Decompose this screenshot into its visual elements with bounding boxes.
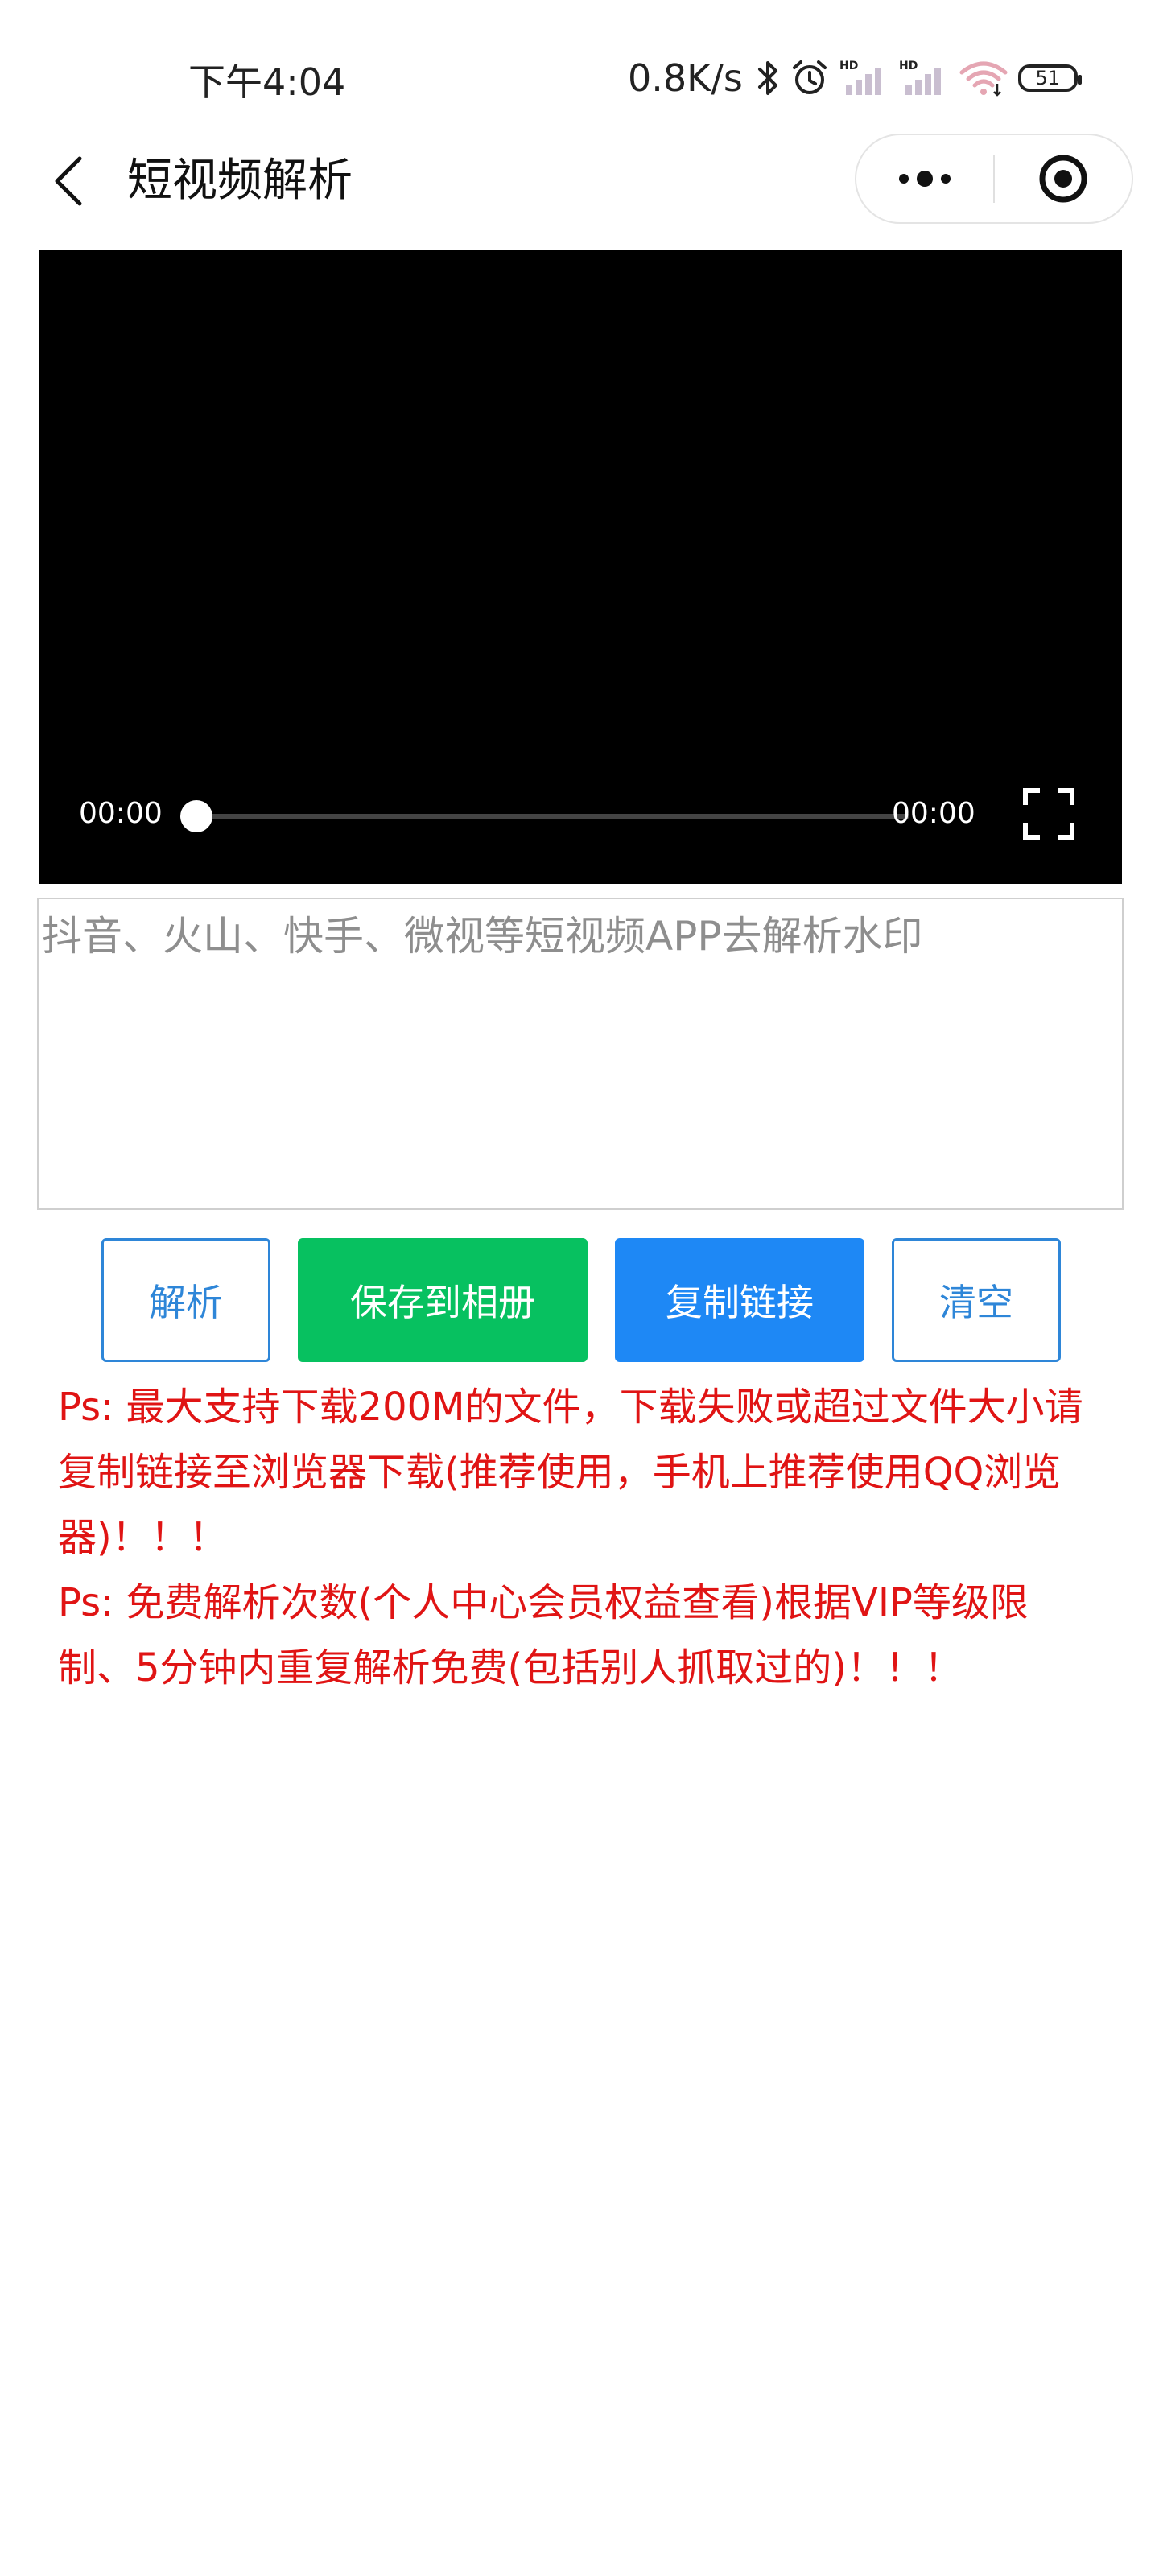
battery-icon: 51: [1017, 64, 1082, 92]
network-speed: 0.8K/s: [628, 56, 743, 100]
progress-thumb[interactable]: [180, 800, 212, 832]
link-input[interactable]: [37, 898, 1124, 1210]
total-time: 00:00: [892, 797, 975, 830]
video-player[interactable]: 00:00 00:00: [39, 250, 1122, 884]
note-download-limit: Ps: 最大支持下载200M的文件，下载失败或超过文件大小请复制链接至浏览器下载…: [58, 1385, 1083, 1560]
status-indicators: 0.8K/s HD HD 51: [628, 50, 1082, 106]
battery-level: 51: [1035, 67, 1061, 89]
signal-hd-icon: HD: [899, 60, 941, 95]
status-time: 下午4:04: [188, 60, 346, 104]
back-arrow-icon: [55, 156, 82, 206]
back-button[interactable]: [40, 151, 97, 211]
more-button[interactable]: [856, 135, 993, 222]
close-mini-program-button[interactable]: [995, 135, 1132, 222]
clear-button[interactable]: 清空: [892, 1238, 1061, 1362]
svg-text:HD: HD: [899, 60, 918, 72]
target-close-icon: [1039, 155, 1087, 203]
status-bar: 下午4:04 0.8K/s HD HD 51: [0, 0, 1159, 129]
progress-bar[interactable]: [182, 814, 909, 819]
svg-text:HD: HD: [839, 60, 858, 72]
note-free-parse: Ps: 免费解析次数(个人中心会员权益查看)根据VIP等级限制、5分钟内重复解析…: [58, 1580, 1029, 1690]
nav-bar: 短视频解析: [0, 129, 1159, 233]
fullscreen-button[interactable]: [1021, 786, 1077, 842]
bluetooth-icon: [757, 61, 777, 95]
copy-link-button[interactable]: 复制链接: [615, 1238, 864, 1362]
signal-hd-icon: HD: [839, 60, 881, 95]
fullscreen-icon: [1023, 788, 1074, 840]
page-title: 短视频解析: [127, 155, 353, 207]
notes: Ps: 最大支持下载200M的文件，下载失败或超过文件大小请复制链接至浏览器下载…: [58, 1375, 1104, 1701]
current-time: 00:00: [79, 797, 163, 830]
wifi-icon: [959, 61, 1008, 97]
alarm-icon: [792, 60, 827, 94]
parse-button[interactable]: 解析: [101, 1238, 270, 1362]
save-to-album-button[interactable]: 保存到相册: [298, 1238, 588, 1362]
more-dots-icon: [899, 171, 951, 187]
mini-program-capsule: [855, 134, 1133, 224]
